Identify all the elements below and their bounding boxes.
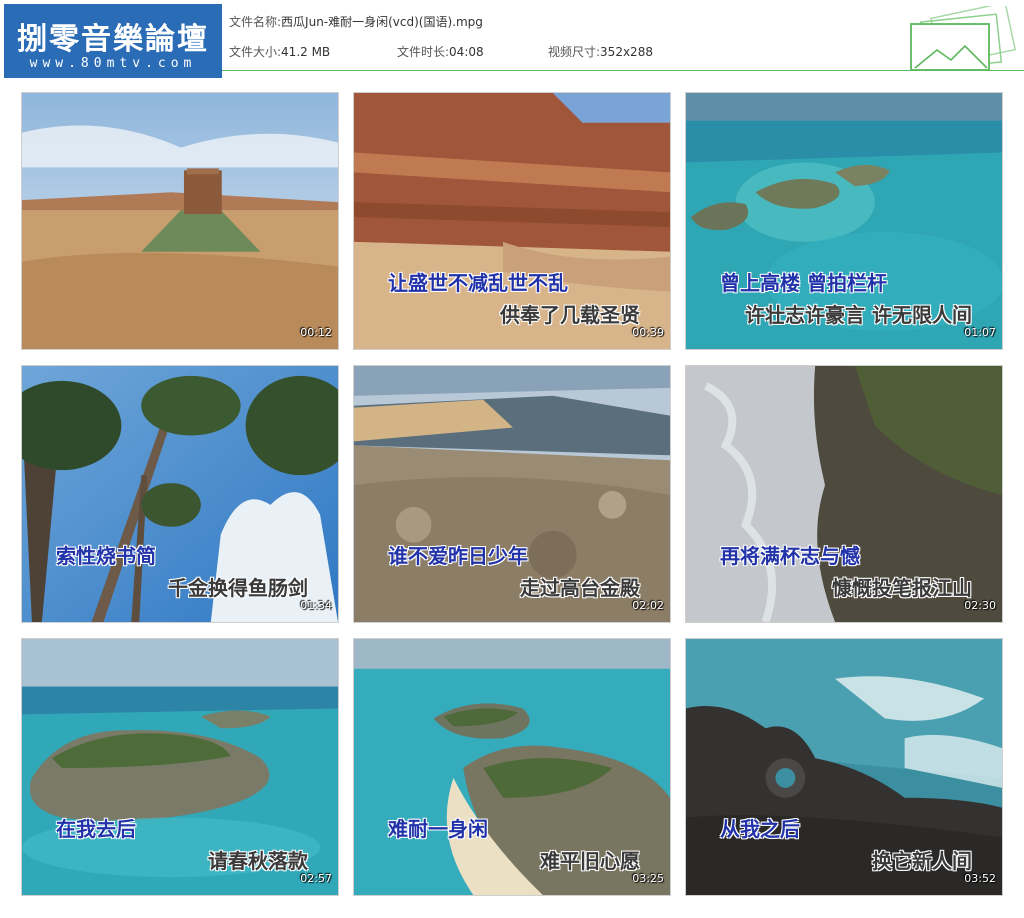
subtitle-line-1: 谁不爱昨日少年 bbox=[388, 544, 528, 568]
video-thumbnail[interactable]: 谁不爱昨日少年走过高台金殿 02:02 bbox=[353, 365, 671, 623]
subtitle-line-1: 再将满杯志与憾 bbox=[720, 544, 860, 568]
dimensions-label: 视频尺寸: bbox=[548, 45, 601, 59]
subtitle-line-2: 走过高台金殿 bbox=[520, 576, 640, 600]
timestamp: 03:25 bbox=[632, 872, 664, 885]
video-thumbnail[interactable]: 让盛世不减乱世不乱供奉了几载圣贤 00:39 bbox=[353, 92, 671, 350]
timestamp: 00:39 bbox=[632, 326, 664, 339]
timestamp: 01:34 bbox=[300, 599, 332, 612]
subtitle-line-1: 难耐一身闲 bbox=[388, 817, 488, 841]
timestamp: 01:07 bbox=[964, 326, 996, 339]
header-divider bbox=[222, 70, 1024, 71]
subtitle-line-1: 曾上高楼 曾拍栏杆 bbox=[720, 271, 887, 295]
subtitle-line-2: 供奉了几载圣贤 bbox=[500, 303, 640, 327]
dimensions-value: 352x288 bbox=[600, 45, 653, 59]
timestamp: 00:12 bbox=[300, 326, 332, 339]
subtitle-line-2: 难平旧心愿 bbox=[540, 849, 640, 873]
video-thumbnail[interactable]: 00:12 bbox=[21, 92, 339, 350]
duration-value: 04:08 bbox=[449, 45, 484, 59]
site-logo: 捌零音樂論壇 www.80mtv.com bbox=[4, 4, 222, 78]
video-thumbnail[interactable]: 再将满杯志与憾慷慨投笔报江山 02:30 bbox=[685, 365, 1003, 623]
subtitle-line-1: 从我之后 bbox=[720, 817, 800, 841]
video-thumbnail[interactable]: 在我去后请春秋落款 02:57 bbox=[21, 638, 339, 896]
header: 捌零音樂論壇 www.80mtv.com 文件名称:西瓜Jun-难耐一身闲(vc… bbox=[0, 0, 1024, 78]
file-name-value: 西瓜Jun-难耐一身闲(vcd)(国语).mpg bbox=[281, 15, 483, 29]
duration-info: 文件时长:04:08 bbox=[397, 43, 484, 60]
logo-url: www.80mtv.com bbox=[29, 56, 197, 71]
logo-title: 捌零音樂論壇 bbox=[17, 22, 209, 57]
subtitle-line-1: 让盛世不减乱世不乱 bbox=[388, 271, 568, 295]
file-name-label: 文件名称: bbox=[229, 15, 282, 29]
subtitle-line-1: 索性烧书简 bbox=[56, 544, 156, 568]
file-size-info: 文件大小:41.2 MB bbox=[229, 43, 330, 60]
picture-frames-icon bbox=[910, 6, 1017, 71]
timestamp: 02:57 bbox=[300, 872, 332, 885]
timestamp: 03:52 bbox=[964, 872, 996, 885]
thumbnail-image bbox=[22, 93, 338, 349]
file-name-info: 文件名称:西瓜Jun-难耐一身闲(vcd)(国语).mpg bbox=[229, 13, 483, 30]
subtitle-line-2: 许壮志许豪言 许无限人间 bbox=[745, 303, 972, 327]
video-thumbnail[interactable]: 难耐一身闲难平旧心愿 03:25 bbox=[353, 638, 671, 896]
video-thumbnail[interactable]: 从我之后换它新人间 03:52 bbox=[685, 638, 1003, 896]
subtitle-line-2: 换它新人间 bbox=[872, 849, 972, 873]
duration-label: 文件时长: bbox=[397, 45, 450, 59]
timestamp: 02:02 bbox=[632, 599, 664, 612]
timestamp: 02:30 bbox=[964, 599, 996, 612]
subtitle-line-2: 请春秋落款 bbox=[208, 849, 308, 873]
video-thumbnail[interactable]: 曾上高楼 曾拍栏杆许壮志许豪言 许无限人间 01:07 bbox=[685, 92, 1003, 350]
file-size-label: 文件大小: bbox=[229, 45, 282, 59]
subtitle-line-2: 千金换得鱼肠剑 bbox=[168, 576, 308, 600]
subtitle-line-1: 在我去后 bbox=[56, 817, 136, 841]
file-size-value: 41.2 MB bbox=[281, 45, 331, 59]
video-thumbnail[interactable]: 索性烧书简 千金换得鱼肠剑 01:34 bbox=[21, 365, 339, 623]
subtitle-line-2: 慷慨投笔报江山 bbox=[832, 576, 972, 600]
dimensions-info: 视频尺寸:352x288 bbox=[548, 43, 653, 60]
